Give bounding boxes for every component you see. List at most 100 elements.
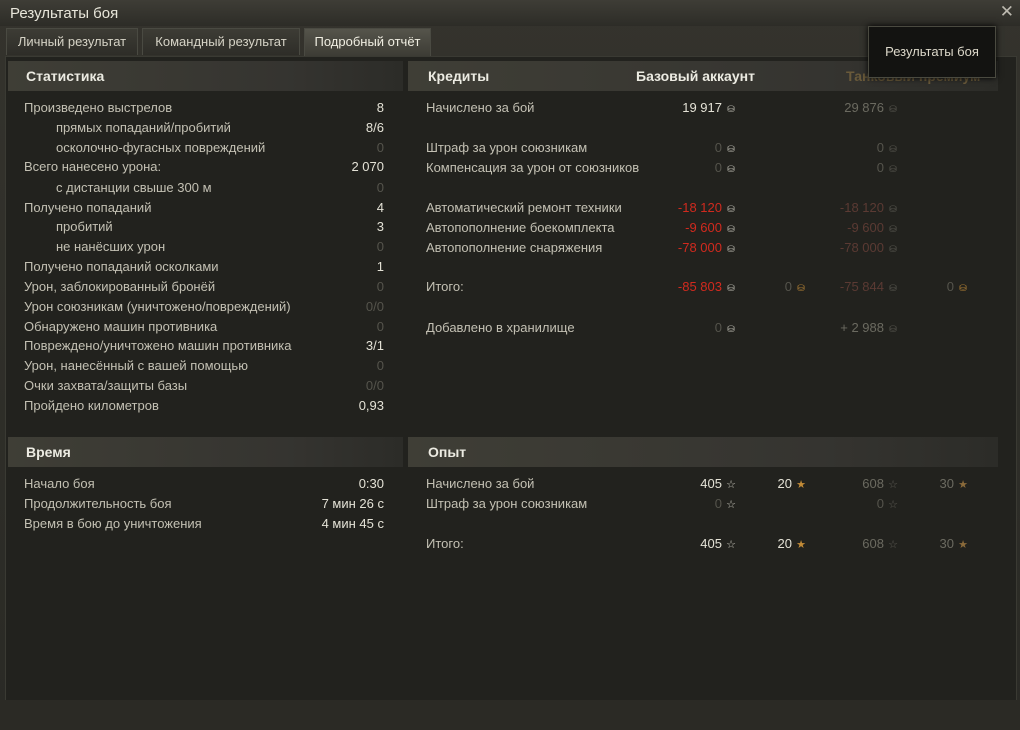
credits-row: Компенсация за урон от союзников 0 ⛁ 0 ⛁ [426, 158, 986, 178]
base-credits-value: 0 ⛁ [715, 138, 736, 159]
time-title: Время [26, 444, 71, 460]
base-credits-value: -9 600 ⛁ [685, 218, 736, 239]
base-credits-amount: -85 803 [677, 279, 722, 294]
battle-results-window: Результаты боя ✕ Личный результат Команд… [0, 0, 1020, 730]
statistics-row: Урон, заблокированный бронёй 0 [24, 277, 384, 297]
coin-icon: ⛁ [889, 283, 897, 293]
base-free-exp-value: 20 ★ [778, 474, 806, 495]
report-content: Статистика Время Кредиты Базовый аккаунт… [5, 56, 1017, 702]
tab-team-result[interactable]: Командный результат [142, 28, 300, 55]
statistics-header: Статистика [8, 61, 403, 91]
free-exp-star-icon: ★ [796, 479, 806, 491]
gold-icon: ⛁ [797, 283, 805, 293]
statistics-row: Всего нанесено урона: 2 070 [24, 157, 384, 177]
star-icon: ☆ [888, 479, 898, 491]
base-exp-value: 0 ☆ [715, 494, 736, 515]
statistics-row: Получено попаданий 4 [24, 198, 384, 218]
credits-row-label: Автопополнение боекомплекта [426, 220, 615, 235]
credits-row-label: Добавлено в хранилище [426, 320, 575, 335]
base-credits-amount: -18 120 [677, 200, 722, 215]
statistics-row-value: 0 [376, 180, 384, 195]
time-row-label: Продолжительность боя [24, 496, 172, 511]
time-header: Время [8, 437, 403, 467]
base-credits-value: -85 803 ⛁ [678, 277, 736, 298]
base-credits-amount: 19 917 [682, 100, 722, 115]
coin-icon: ⛁ [727, 144, 735, 154]
statistics-row: с дистанции свыше 300 м 0 [24, 178, 384, 198]
statistics-row-value: 8 [376, 100, 384, 115]
time-row-value: 0:30 [358, 476, 384, 491]
base-credits-value: 19 917 ⛁ [682, 98, 736, 119]
premium-credits-amount: -78 000 [839, 240, 884, 255]
premium-credits-amount: -75 844 [839, 279, 884, 294]
statistics-row-label: Получено попаданий [24, 200, 152, 215]
star-icon: ☆ [888, 499, 898, 511]
statistics-row-value: 1 [376, 259, 384, 274]
premium-credits-value: -18 120 ⛁ [840, 198, 898, 219]
premium-credits-amount: -9 600 [847, 220, 884, 235]
premium-credits-value: 0 ⛁ [877, 158, 898, 179]
statistics-row: не нанёсших урон 0 [24, 237, 384, 257]
base-exp-value: 405 ☆ [700, 534, 736, 555]
base-free-exp-amount: 20 [777, 536, 792, 551]
title-bar[interactable]: Результаты боя ✕ [0, 0, 1020, 26]
star-icon: ☆ [726, 539, 736, 551]
statistics-row-value: 0,93 [358, 398, 384, 413]
statistics-row-value: 0 [376, 319, 384, 334]
time-row-value: 7 мин 26 с [321, 496, 384, 511]
tab-personal-result[interactable]: Личный результат [6, 28, 138, 55]
premium-credits-value: + 2 988 ⛁ [840, 318, 898, 339]
bottom-bar [0, 700, 1020, 730]
statistics-row-value: 0/0 [365, 299, 384, 314]
coin-icon: ⛁ [889, 244, 897, 254]
statistics-row-label: Всего нанесено урона: [24, 159, 162, 174]
coin-icon: ⛁ [727, 204, 735, 214]
premium-credits-value: 0 ⛁ [877, 138, 898, 159]
statistics-row-value: 3 [376, 219, 384, 234]
premium-credits-value: -75 844 ⛁ [840, 277, 898, 298]
statistics-row-label: Пройдено километров [24, 398, 159, 413]
statistics-row-value: 2 070 [351, 159, 384, 174]
close-icon[interactable]: ✕ [1000, 2, 1014, 22]
coin-icon: ⛁ [889, 164, 897, 174]
premium-credits-amount: + 2 988 [840, 320, 884, 335]
base-credits-value: -78 000 ⛁ [678, 238, 736, 259]
tab-detailed-report[interactable]: Подробный отчёт [304, 28, 431, 57]
premium-gold-value: 0 ⛁ [947, 277, 968, 298]
premium-credits-value: 29 876 ⛁ [844, 98, 898, 119]
time-row-value: 4 мин 45 с [321, 516, 384, 531]
experience-title: Опыт [428, 444, 467, 460]
base-exp-amount: 405 [700, 476, 722, 491]
statistics-row-value: 0 [376, 239, 384, 254]
credits-row: Штраф за урон союзникам 0 ⛁ 0 ⛁ [426, 138, 986, 158]
time-row: Начало боя 0:30 [24, 474, 384, 494]
statistics-row: Урон союзникам (уничтожено/повреждений) 0… [24, 297, 384, 317]
coin-icon: ⛁ [727, 164, 735, 174]
coin-icon: ⛁ [889, 324, 897, 334]
credits-row: Автопополнение снаряжения -78 000 ⛁ -78 000… [426, 238, 986, 258]
experience-row-label: Итого: [426, 536, 464, 551]
premium-exp-amount: 608 [862, 536, 884, 551]
statistics-row-label: Обнаружено машин противника [24, 319, 218, 334]
statistics-row-value: 0 [376, 358, 384, 373]
tooltip: Результаты боя [868, 26, 996, 78]
credits-row-label: Начислено за бой [426, 100, 535, 115]
time-row: Продолжительность боя 7 мин 26 с [24, 494, 384, 514]
credits-row-label: Компенсация за урон от союзников [426, 160, 640, 175]
experience-header: Опыт [408, 437, 998, 467]
coin-icon: ⛁ [727, 283, 735, 293]
premium-exp-value: 608 ☆ [862, 474, 898, 495]
statistics-row: Урон, нанесённый с вашей помощью 0 [24, 356, 384, 376]
premium-free-exp-amount: 30 [939, 536, 954, 551]
statistics-row-value: 0/0 [365, 378, 384, 393]
statistics-row-label: осколочно-фугасных повреждений [56, 140, 266, 155]
coin-icon: ⛁ [727, 224, 735, 234]
statistics-row: прямых попаданий/пробитий 8/6 [24, 118, 384, 138]
premium-free-exp-amount: 30 [939, 476, 954, 491]
statistics-row-value: 0 [376, 140, 384, 155]
statistics-row: Повреждено/уничтожено машин противника 3/… [24, 336, 384, 356]
base-credits-value: 0 ⛁ [715, 158, 736, 179]
experience-row: Итого: 405 ☆ 20 ★ 608 ☆ 30 ★ [426, 534, 986, 554]
statistics-title: Статистика [26, 68, 105, 84]
statistics-row-label: Урон, нанесённый с вашей помощью [24, 358, 248, 373]
